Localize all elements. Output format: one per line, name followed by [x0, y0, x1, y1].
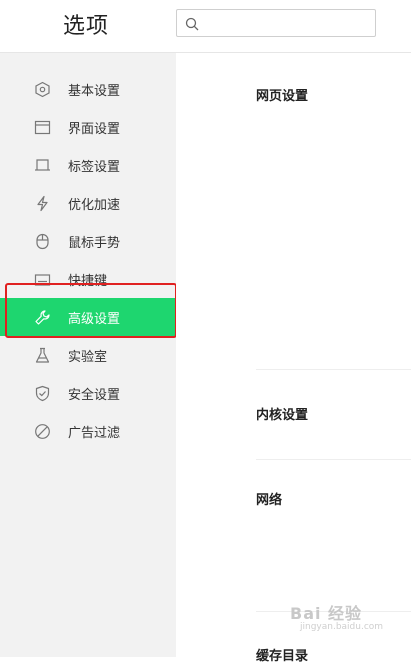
- sidebar-item-mouse-gestures[interactable]: 鼠标手势: [0, 222, 176, 260]
- sidebar-item-security-settings[interactable]: 安全设置: [0, 374, 176, 412]
- wrench-icon: [34, 309, 51, 326]
- sidebar-item-label: 鼠标手势: [68, 236, 121, 251]
- sidebar-item-basic-settings[interactable]: 基本设置: [0, 70, 176, 108]
- sidebar-item-label: 安全设置: [68, 388, 121, 403]
- sidebar-item-label: 广告过滤: [68, 426, 121, 441]
- sidebar-item-lab[interactable]: 实验室: [0, 336, 176, 374]
- sidebar-item-label: 高级设置: [68, 312, 121, 327]
- section-title-network: 网络: [256, 493, 283, 508]
- shield-icon: [34, 385, 51, 402]
- search-icon: [185, 16, 199, 31]
- lightning-icon: [34, 195, 51, 212]
- section-title-cache-directory: 缓存目录: [256, 649, 309, 664]
- keyboard-icon: [34, 271, 51, 288]
- sidebar-item-label: 基本设置: [68, 84, 121, 99]
- sidebar-item-ad-filter[interactable]: 广告过滤: [0, 412, 176, 450]
- header-bar: 选项: [0, 0, 411, 53]
- tab-icon: [34, 157, 51, 174]
- sidebar-item-label: 优化加速: [68, 198, 121, 213]
- block-icon: [34, 423, 51, 440]
- sidebar-item-tab-settings[interactable]: 标签设置: [0, 146, 176, 184]
- divider: [256, 369, 411, 370]
- sidebar-item-shortcuts[interactable]: 快捷键: [0, 260, 176, 298]
- section-title-webpage-settings: 网页设置: [256, 89, 309, 104]
- watermark: Bai 经验: [290, 604, 363, 623]
- search-input[interactable]: [205, 13, 371, 33]
- window-icon: [34, 119, 51, 136]
- page-title: 选项: [63, 14, 110, 39]
- watermark-subtext: jingyan.baidu.com: [300, 622, 384, 632]
- sidebar-item-label: 实验室: [68, 350, 108, 365]
- sidebar-item-interface-settings[interactable]: 界面设置: [0, 108, 176, 146]
- sidebar-item-advanced-settings[interactable]: 高级设置: [0, 298, 176, 336]
- mouse-icon: [34, 233, 51, 250]
- flask-icon: [34, 347, 51, 364]
- hexagon-gear-icon: [34, 81, 51, 98]
- divider: [256, 459, 411, 460]
- section-title-kernel-settings: 内核设置: [256, 408, 309, 423]
- sidebar-item-label: 界面设置: [68, 122, 121, 137]
- search-box[interactable]: [176, 9, 376, 37]
- sidebar-item-label: 快捷键: [68, 274, 108, 289]
- sidebar-item-optimize[interactable]: 优化加速: [0, 184, 176, 222]
- content-panel: [176, 53, 411, 657]
- sidebar-item-label: 标签设置: [68, 160, 121, 175]
